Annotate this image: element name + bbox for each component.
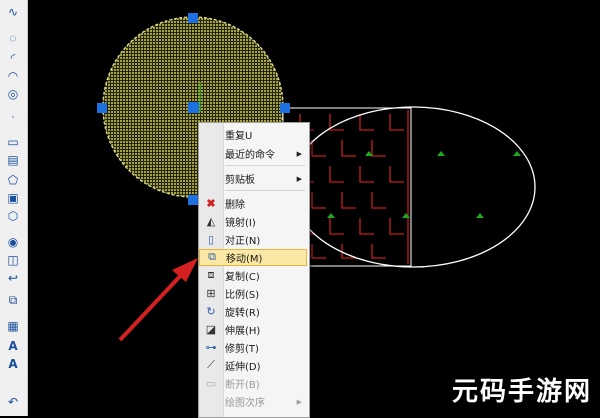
menu-item-label: 绘图次序 xyxy=(225,398,265,409)
rectangle-tool-icon[interactable]: ▭ xyxy=(4,134,22,150)
menu-item-copy[interactable]: ⧈ 复制(C) xyxy=(199,267,307,284)
block-tool-icon[interactable]: ▣ xyxy=(4,190,22,206)
left-toolbar: ∿ ◌ ◜ ◠ ◎ · ▭ ▤ ⬠ ▣ ⬡ ◉ ◫ ↩ ⧉ ▦ A A ↶ xyxy=(0,0,28,416)
menu-item-stretch[interactable]: ◪ 伸展(H) xyxy=(199,321,307,338)
menu-item-label: 复制(C) xyxy=(225,272,260,283)
menu-separator xyxy=(225,190,305,191)
stretch-icon: ◪ xyxy=(205,324,217,336)
menu-item-delete[interactable]: ✖ 删除 xyxy=(199,195,307,212)
mtext-tool-icon[interactable]: A xyxy=(4,356,22,372)
menu-item-label: 比例(S) xyxy=(225,290,260,301)
menu-item-label: 镜射(I) xyxy=(225,218,256,229)
menu-item-scale[interactable]: ⊞ 比例(S) xyxy=(199,285,307,302)
region-tool-icon[interactable]: ⬡ xyxy=(4,208,22,224)
rotate-icon: ↻ xyxy=(206,306,216,318)
table-tool-icon[interactable]: ▦ xyxy=(4,318,22,334)
scale-icon: ⊞ xyxy=(206,288,216,300)
text-tool-icon[interactable]: A xyxy=(4,338,22,354)
circle-tool-icon[interactable]: ◌ xyxy=(4,30,22,46)
undo-icon[interactable]: ↶ xyxy=(4,394,22,410)
site-watermark: 元码手游网 xyxy=(451,377,592,407)
menu-item-break[interactable]: ▭ 断开(B) xyxy=(199,375,307,392)
hatch-tool-icon[interactable]: ▤ xyxy=(4,152,22,168)
submenu-arrow-icon: ▶ xyxy=(296,175,302,183)
menu-item-label: 剪贴板 xyxy=(225,175,255,186)
menu-item-rotate[interactable]: ↻ 旋转(R) xyxy=(199,303,307,320)
spline-tool-icon[interactable]: ↩ xyxy=(4,270,22,286)
menu-item-label: 移动(M) xyxy=(226,254,263,265)
menu-item-move[interactable]: ⧉ 移动(M) xyxy=(199,249,307,266)
wipeout-tool-icon[interactable]: ⧉ xyxy=(4,292,22,308)
copy-icon: ⧈ xyxy=(207,269,215,281)
annotation-arrow xyxy=(118,258,198,342)
menu-item-label: 断开(B) xyxy=(225,380,260,391)
menu-item-clipboard[interactable]: 剪贴板 ▶ xyxy=(199,170,307,187)
menu-item-align[interactable]: ▯ 对正(N) xyxy=(199,231,307,248)
ellipse-arc-icon[interactable]: ◠ xyxy=(4,68,22,84)
extend-icon: ⟋ xyxy=(207,359,215,371)
menu-item-trim[interactable]: ⊶ 修剪(T) xyxy=(199,339,307,356)
submenu-arrow-icon: ▶ xyxy=(296,150,302,158)
menu-item-extend[interactable]: ⟋ 延伸(D) xyxy=(199,357,307,374)
mirror-icon: ◭ xyxy=(206,216,216,228)
align-icon: ▯ xyxy=(207,234,215,246)
polyline-icon[interactable]: ∿ xyxy=(4,4,22,20)
context-menu: 重复U 最近的命令 ▶ 剪贴板 ▶ ✖ 删除 ◭ 镜射(I) ▯ 对正(N) ⧉… xyxy=(198,122,310,418)
menu-item-label: 对正(N) xyxy=(225,236,261,247)
menu-item-label: 修剪(T) xyxy=(225,344,259,355)
delete-icon: ✖ xyxy=(206,198,216,210)
menu-item-recent-commands[interactable]: 最近的命令 ▶ xyxy=(199,145,307,162)
polygon-tool-icon[interactable]: ⬠ xyxy=(4,172,22,188)
cloud-tool-icon[interactable]: ◎ xyxy=(4,86,22,102)
donut-tool-icon[interactable]: ◉ xyxy=(4,234,22,250)
menu-separator xyxy=(225,165,305,166)
menu-item-label: 删除 xyxy=(225,200,245,211)
revision-cloud-icon[interactable]: ◫ xyxy=(4,252,22,268)
menu-item-label: 最近的命令 xyxy=(225,150,275,161)
move-icon: ⧉ xyxy=(208,251,216,263)
menu-item-repeat[interactable]: 重复U xyxy=(199,126,307,143)
menu-item-label: 重复U xyxy=(225,131,253,142)
menu-item-label: 延伸(D) xyxy=(225,362,261,373)
menu-item-draw-order[interactable]: 绘图次序 ▶ xyxy=(199,393,307,410)
point-tool-icon[interactable]: · xyxy=(4,108,22,124)
drawing-canvas[interactable] xyxy=(28,0,600,416)
menu-item-label: 旋转(R) xyxy=(225,308,260,319)
menu-item-label: 伸展(H) xyxy=(225,326,261,337)
break-icon: ▭ xyxy=(205,378,217,390)
trim-icon: ⊶ xyxy=(205,342,217,354)
submenu-arrow-icon: ▶ xyxy=(296,398,302,406)
menu-item-mirror[interactable]: ◭ 镜射(I) xyxy=(199,213,307,230)
arc-tool-icon[interactable]: ◜ xyxy=(4,50,22,66)
